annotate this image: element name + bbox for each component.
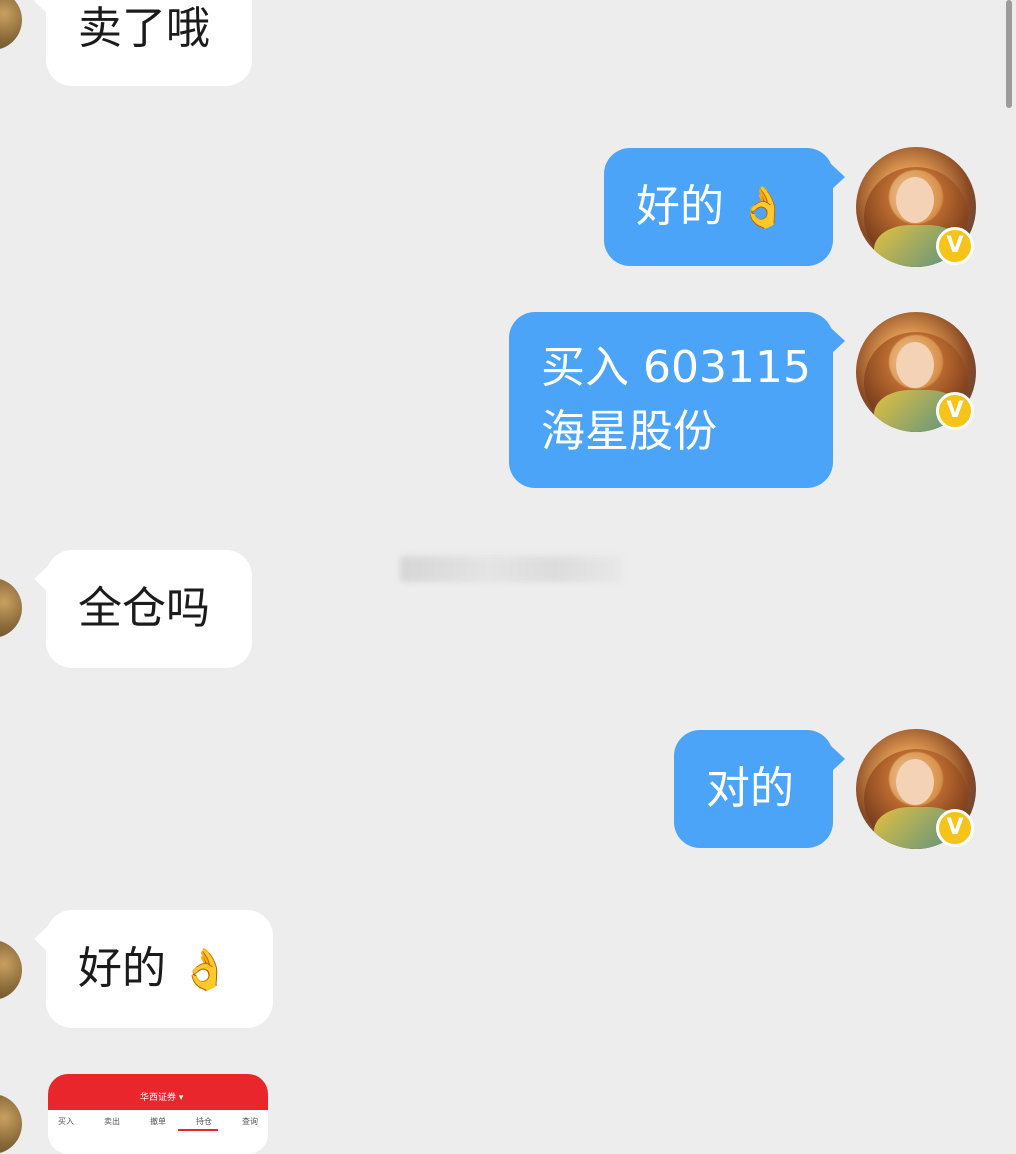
- contact-avatar[interactable]: [0, 578, 22, 638]
- message-text: 对的: [706, 763, 794, 814]
- image-message-thumbnail[interactable]: 华西证券 ▾ 买入 卖出 撤单 持仓 查询: [48, 1074, 268, 1154]
- message-bubble-incoming[interactable]: 全仓吗: [34, 550, 252, 668]
- verified-badge-icon: V: [936, 809, 974, 847]
- message-bubble-outgoing[interactable]: 对的: [674, 730, 845, 848]
- verified-badge-icon: V: [936, 392, 974, 430]
- scrollbar[interactable]: [1006, 0, 1012, 108]
- blurred-watermark: [400, 556, 622, 582]
- message-text: 全仓吗: [78, 583, 210, 634]
- message-bubble-outgoing[interactable]: 买入 603115 海星股份: [509, 312, 845, 488]
- message-text-line-2: 海星股份: [541, 406, 717, 457]
- message-text: 好的: [636, 180, 724, 232]
- verified-badge-icon: V: [936, 227, 974, 265]
- message-text: 好的: [78, 942, 166, 994]
- ok-hand-emoji: 👌: [738, 184, 788, 231]
- message-bubble-incoming[interactable]: 好的 👌: [34, 910, 273, 1028]
- ok-hand-emoji: 👌: [180, 946, 230, 993]
- thumbnail-title: 华西证券 ▾: [140, 1093, 184, 1103]
- message-text-line-1: 买入 603115: [541, 342, 811, 393]
- message-bubble-incoming[interactable]: 卖了哦: [34, 0, 252, 86]
- contact-avatar[interactable]: [0, 940, 22, 1000]
- message-bubble-outgoing[interactable]: 好的 👌: [604, 148, 845, 266]
- contact-avatar[interactable]: [0, 1094, 22, 1154]
- contact-avatar[interactable]: [0, 0, 22, 50]
- message-text: 卖了哦: [78, 3, 210, 54]
- thumbnail-tabs: 买入 卖出 撤单 持仓 查询: [58, 1117, 258, 1126]
